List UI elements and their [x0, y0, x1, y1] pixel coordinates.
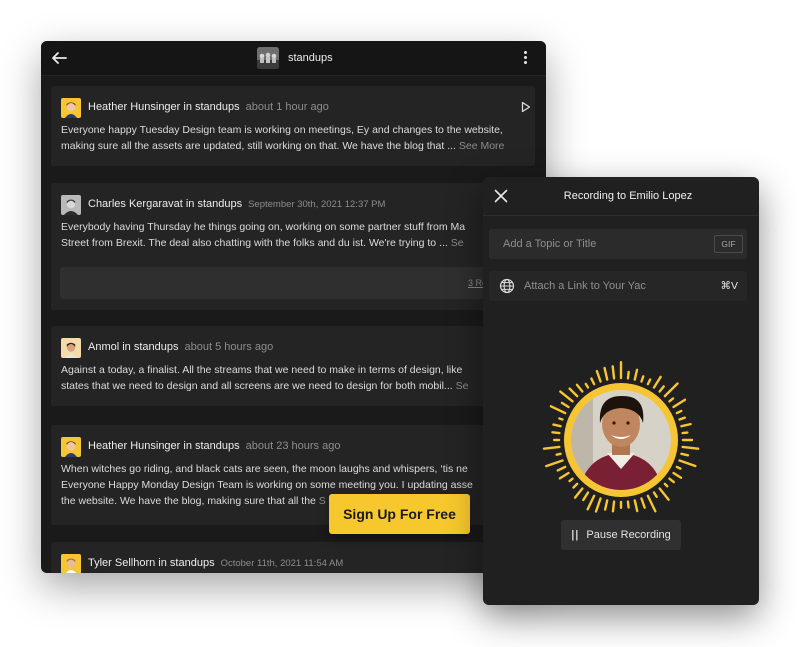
- audio-level-bar: [552, 423, 562, 428]
- see-more-link[interactable]: Se: [451, 237, 464, 249]
- audio-level-bar: [675, 409, 683, 415]
- post-card[interactable]: Tyler Sellhorn in standups October 11th, …: [51, 542, 535, 573]
- audio-level-bar: [678, 416, 686, 421]
- audio-level-bar: [586, 494, 596, 511]
- audio-level-bar: [658, 487, 670, 501]
- audio-level-bar: [611, 365, 616, 380]
- audio-level-bar: [595, 369, 602, 383]
- audio-level-bar: [663, 482, 669, 488]
- audio-level-bar: [646, 378, 652, 386]
- audio-level-bar: [640, 375, 645, 383]
- audio-level-bar: [675, 465, 682, 470]
- audio-level-bar: [590, 377, 596, 386]
- audio-level-bar: [681, 445, 700, 450]
- sign-up-button[interactable]: Sign Up For Free: [329, 494, 470, 534]
- audio-level-bar: [658, 385, 665, 393]
- reply-thread-preview[interactable]: 3 Rep: [60, 267, 526, 299]
- channel-name: standups: [288, 52, 333, 64]
- audio-level-bar: [603, 499, 609, 511]
- audio-level-bar: [640, 497, 646, 509]
- channel-thumbnail: [257, 47, 279, 69]
- audio-level-bar: [568, 387, 579, 398]
- audio-level-bar: [594, 497, 602, 513]
- audio-level-bar: [668, 477, 675, 484]
- post-transcript: Everyone happy Tuesday Design team is wo…: [61, 124, 505, 152]
- audio-level-bar: [560, 401, 570, 409]
- audio-level-bar: [556, 465, 567, 472]
- avatar: [61, 195, 81, 215]
- channel-header: standups: [41, 41, 546, 76]
- post-timestamp: September 30th, 2021 12:37 PM: [248, 199, 386, 210]
- audio-level-bar: [626, 370, 630, 380]
- kebab-menu-icon[interactable]: [519, 49, 531, 67]
- post-timestamp: about 23 hours ago: [245, 440, 341, 452]
- see-more-link[interactable]: S: [319, 495, 326, 507]
- arrow-left-icon[interactable]: [50, 50, 68, 66]
- play-icon[interactable]: [521, 101, 531, 113]
- audio-level-bar: [545, 459, 564, 468]
- audio-level-bar: [542, 445, 561, 450]
- audio-level-bar: [668, 397, 675, 403]
- audio-level-bar: [681, 431, 689, 435]
- post-timestamp: October 11th, 2021 11:54 AM: [220, 558, 344, 569]
- post-card[interactable]: Anmol in standups about 5 hours ago Again…: [51, 326, 535, 406]
- audio-level-bar: [572, 482, 579, 489]
- post-author[interactable]: Charles Kergaravat in standups: [88, 198, 242, 210]
- post-transcript: Everybody having Thursday he things goin…: [61, 221, 466, 249]
- see-more-link[interactable]: Se: [456, 380, 469, 392]
- audio-level-bar: [568, 477, 574, 483]
- avatar: [61, 554, 81, 573]
- pause-recording-button[interactable]: || Pause Recording: [561, 520, 681, 550]
- audio-level-bar: [584, 382, 590, 389]
- audio-level-bar: [672, 398, 687, 409]
- audio-level-bar: [611, 500, 616, 513]
- post-card[interactable]: Heather Hunsinger in standups about 1 hou…: [51, 86, 535, 166]
- post-author[interactable]: Heather Hunsinger in standups: [88, 440, 240, 452]
- audio-level-bar: [672, 471, 683, 479]
- post-author[interactable]: Tyler Sellhorn in standups: [88, 557, 215, 569]
- audio-level-bar: [549, 405, 567, 415]
- audio-level-bar: [558, 471, 570, 480]
- recording-panel: Recording to Emilio Lopez GIF ⌘V: [483, 177, 759, 605]
- audio-level-bar: [680, 452, 690, 457]
- post-author[interactable]: Anmol in standups: [88, 341, 179, 353]
- pause-icon: ||: [571, 529, 580, 541]
- post-timestamp: about 5 hours ago: [184, 341, 274, 353]
- audio-level-bar: [558, 417, 564, 421]
- audio-level-bar: [652, 491, 658, 499]
- audio-level-bar: [633, 368, 639, 381]
- audio-level-bar: [603, 366, 609, 381]
- audio-level-bar: [551, 431, 561, 435]
- post-transcript: Against a today, a finalist. All the str…: [61, 364, 469, 392]
- audio-level-bar: [663, 382, 679, 398]
- audio-level-bar: [559, 390, 574, 403]
- avatar: [61, 98, 81, 118]
- see-more-link[interactable]: See More: [459, 140, 505, 152]
- audio-level-bar: [573, 487, 584, 499]
- audio-level-bar: [555, 452, 562, 456]
- audio-level-bar: [633, 499, 639, 513]
- audio-level-bar: [652, 375, 662, 389]
- feed-window: standups Heather Hunsinger in standups ab…: [41, 41, 546, 573]
- audio-level-bar: [680, 422, 692, 428]
- avatar: [61, 437, 81, 457]
- pause-recording-label: Pause Recording: [586, 529, 671, 541]
- audio-level-bar: [646, 494, 657, 513]
- recording-avatar: [571, 390, 671, 490]
- avatar: [61, 338, 81, 358]
- post-timestamp: about 1 hour ago: [245, 101, 329, 113]
- audio-level-bar: [582, 491, 590, 502]
- audio-level-bar: [678, 459, 697, 468]
- post-card[interactable]: Charles Kergaravat in standups September …: [51, 183, 535, 310]
- audio-level-bar: [575, 383, 584, 393]
- post-author[interactable]: Heather Hunsinger in standups: [88, 101, 240, 113]
- audio-level-bar: [626, 500, 630, 509]
